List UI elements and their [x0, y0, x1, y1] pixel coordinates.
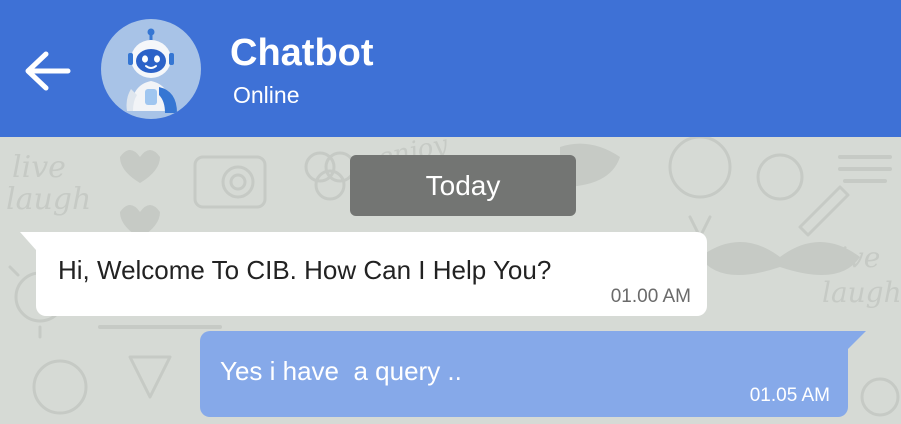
- svg-text:live: live: [12, 150, 66, 185]
- message-timestamp: 01.05 AM: [749, 385, 830, 406]
- svg-text:live: live: [830, 241, 880, 274]
- incoming-bubble-tail: [20, 232, 36, 250]
- outgoing-message-bubble[interactable]: Yes i have a query .. 01.05 AM: [200, 331, 848, 417]
- avatar[interactable]: [101, 19, 201, 119]
- robot-icon: [126, 28, 177, 113]
- back-button[interactable]: [18, 40, 78, 100]
- svg-text:laugh: laugh: [6, 182, 91, 217]
- message-text: Hi, Welcome To CIB. How Can I Help You?: [58, 255, 552, 285]
- outgoing-bubble-tail: [848, 331, 866, 349]
- page-title: Chatbot: [230, 32, 374, 74]
- date-divider: Today: [350, 155, 576, 216]
- status-text: Online: [233, 82, 300, 108]
- chat-header: Chatbot Online: [0, 0, 901, 137]
- svg-text:laugh: laugh: [822, 276, 901, 309]
- message-timestamp: 01.00 AM: [610, 286, 691, 307]
- incoming-message-bubble[interactable]: Hi, Welcome To CIB. How Can I Help You? …: [36, 232, 707, 316]
- message-text: Yes i have a query ..: [220, 356, 462, 386]
- arrow-left-icon: [25, 51, 71, 91]
